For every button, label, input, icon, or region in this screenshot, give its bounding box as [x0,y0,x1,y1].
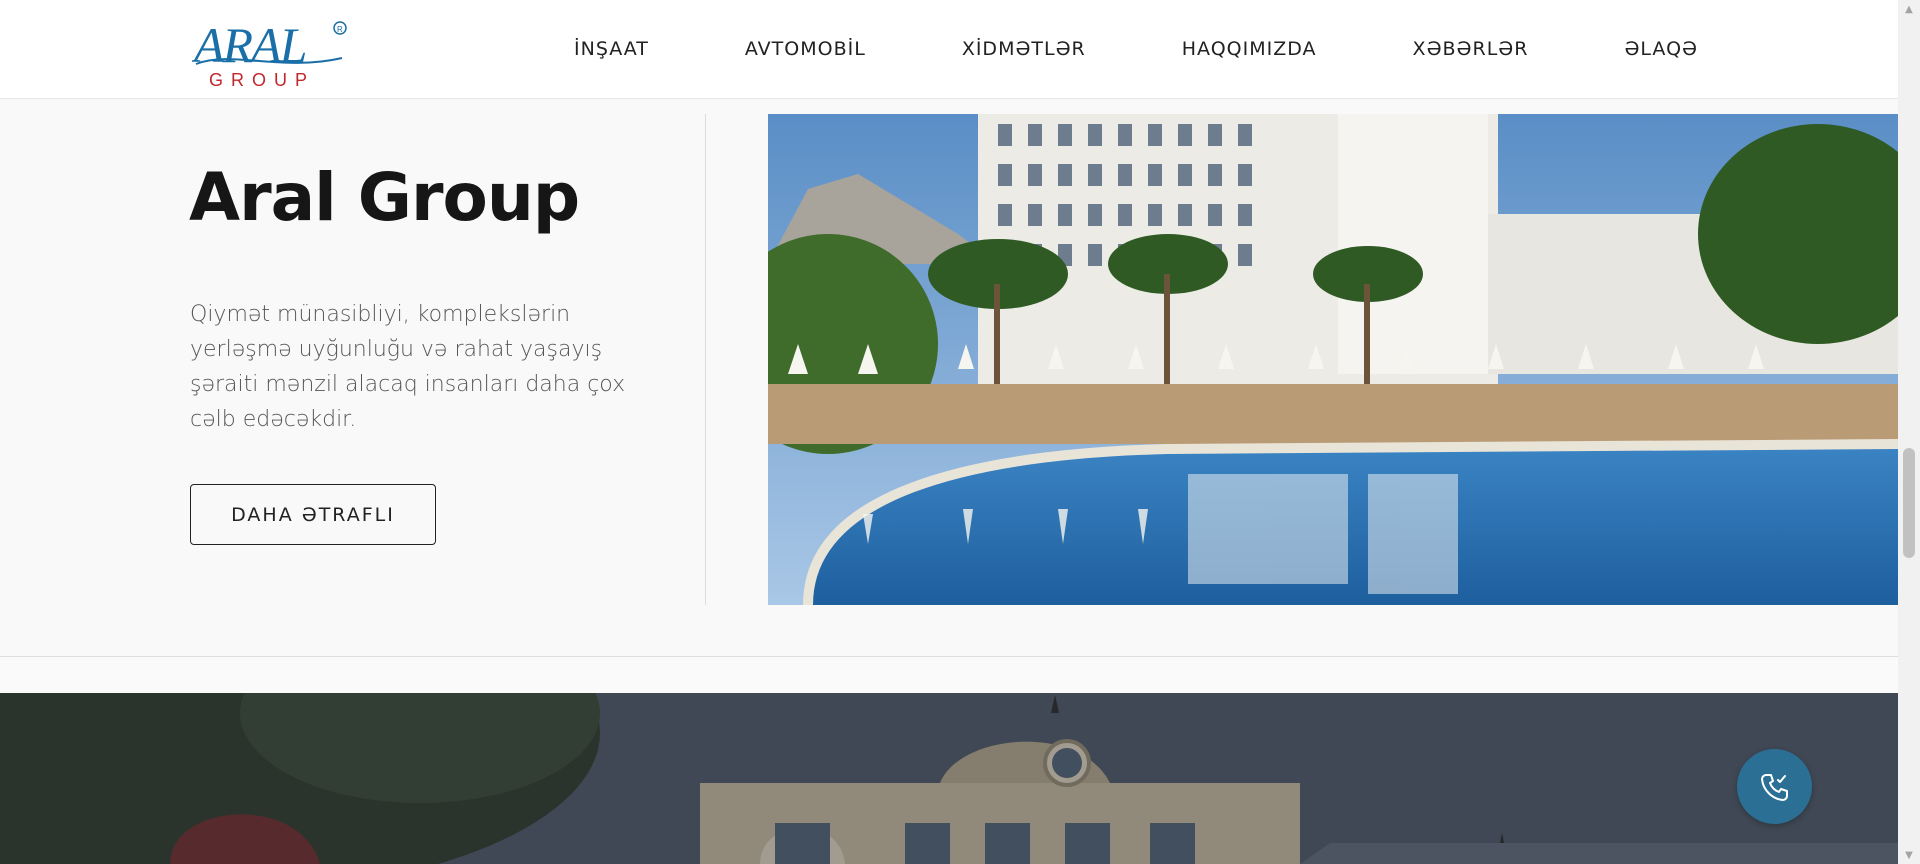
nav-item-elaqe[interactable]: ƏLAQƏ [1624,38,1698,60]
more-info-button[interactable]: DAHA ƏTRAFLI [190,484,436,545]
scroll-down-arrow-icon[interactable]: ▼ [1898,846,1920,864]
site-header: ARAL R GROUP İNŞAAT AVTOMOBİL XİDMƏTLƏR … [0,0,1898,99]
svg-text:R: R [337,25,343,34]
building-banner-image [0,693,1898,864]
nav-item-xeberler[interactable]: XƏBƏRLƏR [1413,38,1529,60]
svg-text:GROUP: GROUP [209,70,315,90]
hero-section: Aral Group Qiymət münasibliyi, kompleksl… [0,99,1898,656]
resort-pool-image [768,114,1898,605]
phone-call-icon [1760,773,1788,801]
call-button[interactable] [1737,749,1812,824]
main-nav: İNŞAAT AVTOMOBİL XİDMƏTLƏR HAQQIMIZDA XƏ… [574,0,1698,98]
section-divider [0,656,1898,657]
nav-item-haqqimizda[interactable]: HAQQIMIZDA [1182,38,1317,60]
page-scrollbar[interactable]: ▲ ▼ [1898,0,1920,864]
nav-item-avtomobil[interactable]: AVTOMOBİL [745,38,866,60]
hero-description: Qiymət münasibliyi, komplekslərin yerləş… [190,302,626,432]
aral-group-logo: ARAL R GROUP [192,17,347,90]
scroll-up-arrow-icon[interactable]: ▲ [1898,0,1920,18]
scrollbar-thumb[interactable] [1903,448,1915,558]
svg-text:ARAL: ARAL [192,17,306,73]
brand-logo[interactable]: ARAL R GROUP [192,16,362,90]
nav-item-xidmetler[interactable]: XİDMƏTLƏR [962,38,1086,60]
hero-title: Aral Group [189,159,580,236]
vertical-divider [705,114,706,605]
nav-item-insaat[interactable]: İNŞAAT [574,38,649,60]
